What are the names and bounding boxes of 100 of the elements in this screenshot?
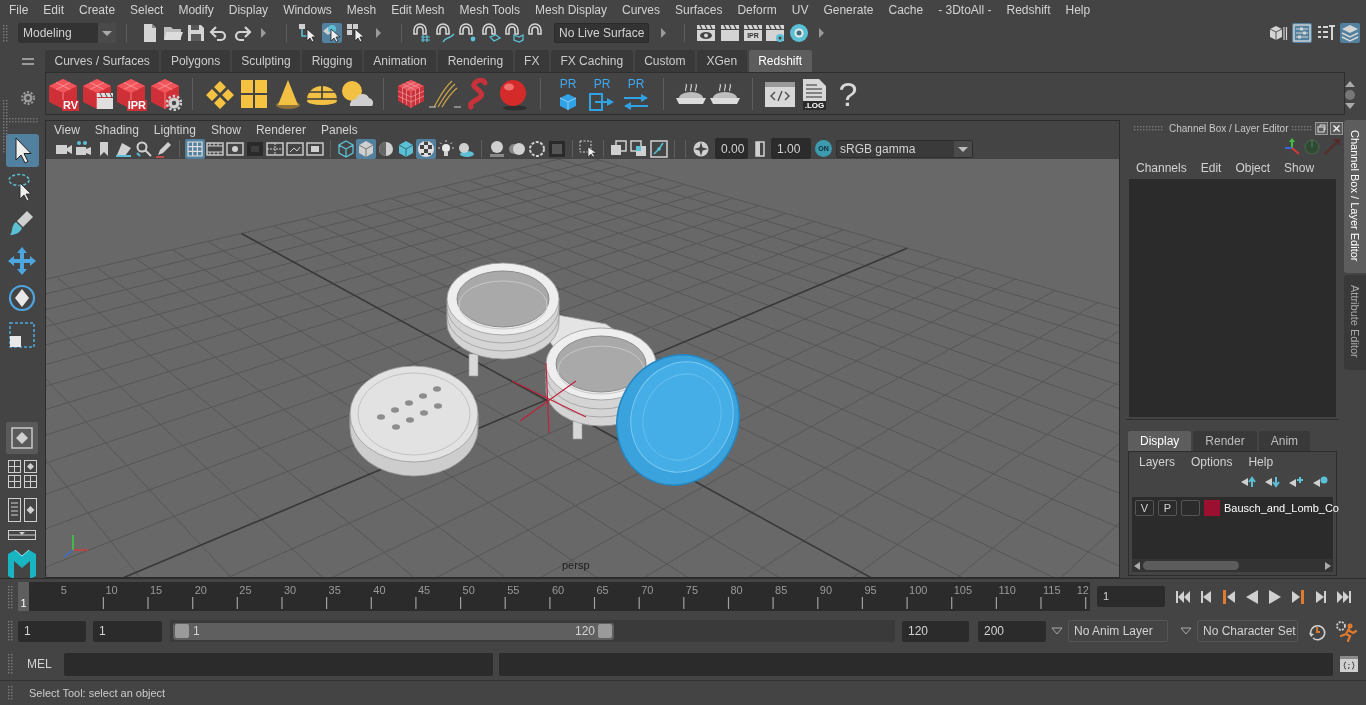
mode-dropdown[interactable]: Modeling [18, 22, 116, 43]
script-editor-icon[interactable] [1338, 654, 1359, 674]
menu-item[interactable]: Edit Mesh [391, 3, 445, 17]
menu-item[interactable]: Display [228, 3, 269, 17]
live-surface-field[interactable]: No Live Surface [554, 22, 649, 43]
menu-item[interactable]: Lighting [153, 120, 196, 139]
caret-icon[interactable] [954, 140, 972, 157]
slider-handle-icon[interactable] [175, 624, 189, 638]
scrollbar-thumb[interactable] [1143, 561, 1239, 570]
range-slider-bar[interactable]: 1 120 [173, 622, 614, 640]
horizontal-scrollbar[interactable] [1132, 559, 1333, 572]
dashed-circle-icon[interactable] [527, 138, 547, 159]
shelf-tab[interactable]: Polygons [161, 50, 230, 72]
playback-start-field[interactable]: 1 [93, 620, 162, 642]
scroll-up-icon[interactable] [1345, 81, 1355, 87]
expand-arrow-icon[interactable] [819, 27, 824, 38]
shelf-tab[interactable]: Rigging [302, 50, 362, 72]
isolate-select-icon[interactable] [578, 138, 598, 159]
float-window-icon[interactable] [1315, 122, 1328, 135]
scroll-left-icon[interactable] [1134, 561, 1140, 570]
checker-sphere-icon[interactable] [416, 138, 436, 159]
shelf-tab[interactable]: FX [514, 50, 549, 72]
reference-toggle[interactable] [1181, 500, 1200, 516]
menu-item[interactable]: Deform [737, 3, 777, 17]
drag-handle-icon[interactable] [8, 685, 13, 701]
shelf-tab[interactable]: Sculpting [231, 50, 301, 72]
menu-item[interactable]: Curves [622, 3, 661, 17]
circle-toggle-icon[interactable] [1304, 139, 1320, 155]
expand-arrow-icon[interactable] [661, 27, 666, 38]
expand-arrow-icon[interactable] [261, 27, 266, 38]
exposure-field[interactable]: 0.00 [715, 138, 748, 159]
shelf-menu-icon[interactable] [22, 58, 34, 66]
menu-item[interactable]: Surfaces [675, 3, 723, 17]
scroll-down-icon[interactable] [1345, 103, 1355, 109]
layer-down-icon[interactable] [1264, 476, 1280, 488]
gamma-field[interactable]: 1.00 [771, 138, 811, 159]
character-set-dropdown[interactable]: No Character Set [1197, 620, 1298, 642]
playback-toggle[interactable]: P [1158, 500, 1177, 516]
layer-color-swatch-icon[interactable] [1204, 500, 1220, 516]
menu-item[interactable]: Channels [1136, 159, 1187, 177]
end-frame-field[interactable]: 200 [978, 620, 1046, 642]
layer-name[interactable]: Bausch_and_Lomb_Co [1224, 499, 1339, 517]
menu-item[interactable]: Mesh Display [535, 3, 608, 17]
clapper-icon[interactable] [720, 22, 740, 43]
menu-item[interactable]: Options [1191, 453, 1233, 471]
menu-item[interactable]: Create [79, 3, 116, 17]
hierarchy-cursor-icon[interactable] [298, 22, 318, 43]
menu-item[interactable]: Panels [320, 120, 358, 139]
expand-arrow-icon[interactable] [376, 27, 381, 38]
clapper-gear-icon[interactable] [765, 22, 785, 43]
menu-item[interactable]: Show [1284, 159, 1315, 177]
menu-item[interactable]: UV [791, 3, 809, 17]
menu-item[interactable]: Renderer [255, 120, 306, 139]
menu-item[interactable]: Shading [94, 120, 139, 139]
light-bulb-icon[interactable] [436, 138, 456, 159]
menu-item[interactable]: Show [210, 120, 241, 139]
axes-icon[interactable] [1283, 138, 1301, 156]
next-key-icon[interactable] [1289, 587, 1307, 606]
xray-active-icon[interactable] [629, 138, 649, 159]
ring-sphere-icon[interactable] [789, 22, 809, 43]
menu-item[interactable]: Select [130, 3, 164, 17]
layer-add-icon[interactable] [1288, 476, 1304, 488]
playback-end-field[interactable]: 120 [902, 620, 969, 642]
stacked-layers-icon[interactable] [1340, 22, 1360, 43]
drag-handle-icon[interactable] [8, 620, 13, 642]
close-icon[interactable] [1330, 122, 1343, 135]
split-pane-icon[interactable] [8, 530, 36, 540]
xray-joints-icon[interactable] [649, 138, 669, 159]
range-slider-track[interactable]: 1 120 [170, 620, 895, 642]
layer-editor-tab[interactable]: Anim [1258, 431, 1311, 451]
layer-add-selected-icon[interactable] [1312, 476, 1328, 488]
previous-key-icon[interactable] [1220, 587, 1238, 606]
slider-handle-icon[interactable] [598, 624, 612, 638]
menu-item[interactable]: View [54, 120, 80, 139]
scroll-thumb-icon[interactable] [1345, 90, 1355, 100]
menu-item[interactable]: Help [1065, 3, 1091, 17]
shelf-button[interactable]: .LOG [797, 76, 831, 111]
layer-editor-tab[interactable]: Render [1193, 431, 1257, 451]
drag-handle-icon[interactable] [1133, 126, 1163, 131]
tool-list-icon[interactable] [1316, 22, 1336, 43]
shaded-cube-icon[interactable] [356, 138, 376, 159]
side-tab[interactable]: Channel Box / Layer Editor [1344, 120, 1366, 274]
menu-item[interactable]: File [9, 3, 29, 17]
color-space-dropdown[interactable]: sRGB gamma [836, 139, 973, 158]
four-pane-icon[interactable] [7, 460, 21, 473]
shelf-button[interactable]: PR [551, 76, 585, 111]
magnet-plane-icon[interactable] [481, 22, 501, 43]
side-tab[interactable]: Attribute Editor [1344, 275, 1366, 371]
magnet-point-icon[interactable] [458, 22, 478, 43]
shelf-button[interactable]: PR [585, 76, 619, 111]
current-frame-marker[interactable]: 1 [18, 582, 29, 611]
scroll-right-icon[interactable] [1325, 561, 1331, 570]
grid-icon[interactable] [185, 138, 205, 159]
layer-editor-tab[interactable]: Display [1128, 431, 1192, 451]
menu-item[interactable]: Modify [178, 3, 214, 17]
four-pane-icon[interactable] [23, 475, 37, 488]
textured-cube-icon[interactable] [396, 138, 416, 159]
four-pane-icon[interactable] [7, 475, 21, 488]
single-pane-icon[interactable] [6, 422, 38, 454]
menu-item[interactable]: Mesh Tools [459, 3, 520, 17]
